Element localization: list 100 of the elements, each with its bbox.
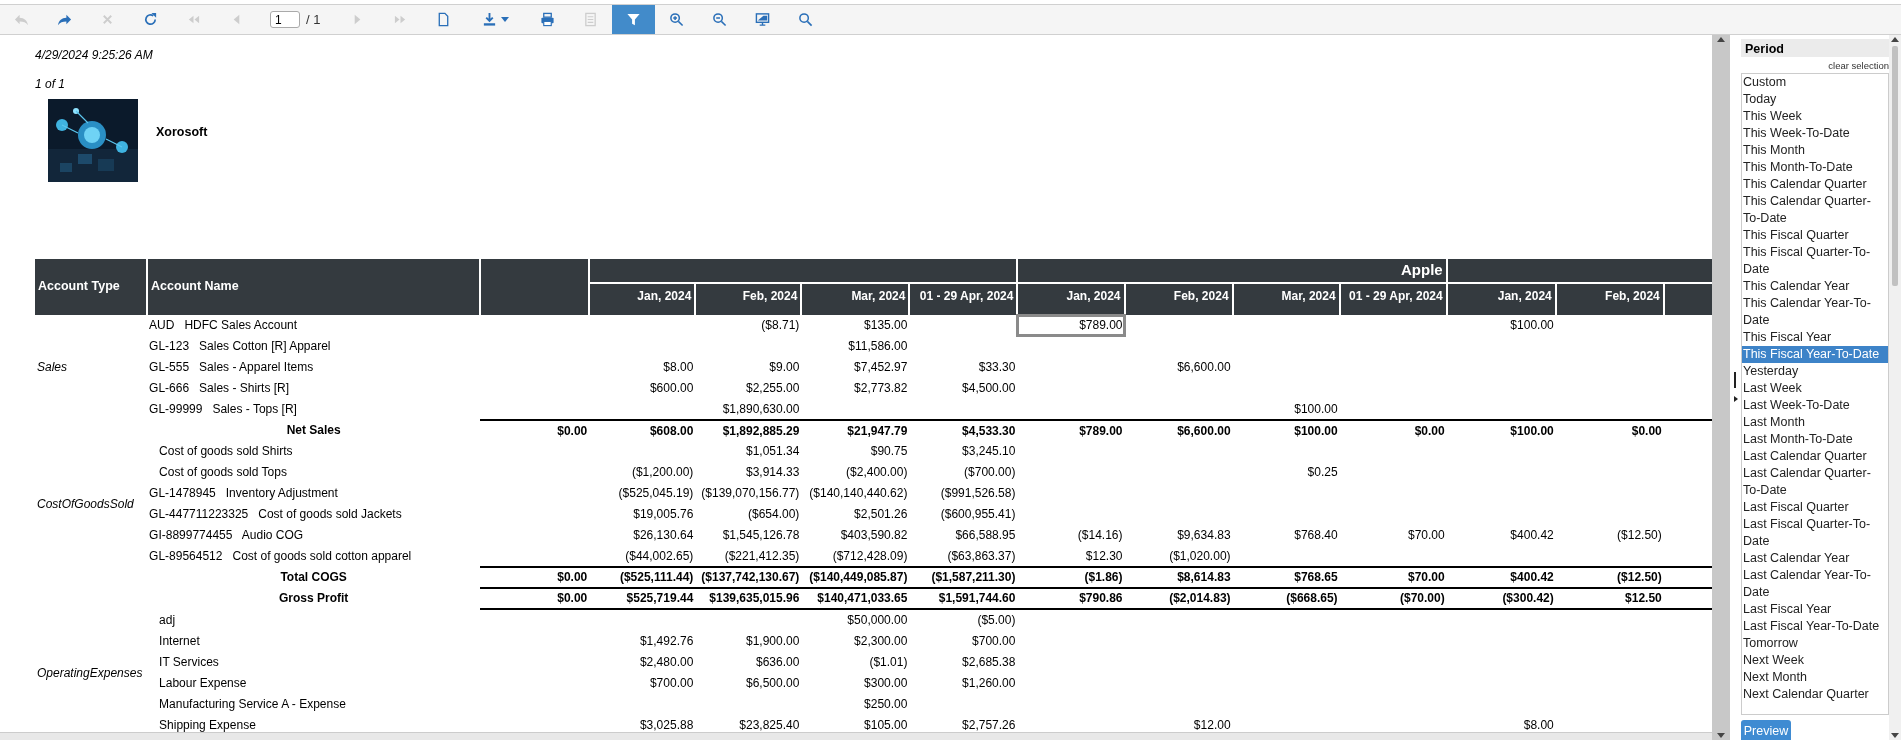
- list-option[interactable]: This Calendar Year-To-Date: [1742, 295, 1888, 329]
- horizontal-scrollbar[interactable]: [0, 732, 1712, 740]
- timestamp: 4/29/2024 9:25:26 AM: [35, 47, 153, 63]
- list-option[interactable]: Last Fiscal Quarter: [1742, 499, 1888, 516]
- list-option[interactable]: This Calendar Quarter-To-Date: [1742, 193, 1888, 227]
- list-option[interactable]: Last Fiscal Year: [1742, 601, 1888, 618]
- page-total: / 1: [306, 10, 321, 29]
- list-option[interactable]: Last Calendar Quarter-To-Date: [1742, 465, 1888, 499]
- printer-icon: [540, 12, 555, 27]
- table-cell: ($5.00): [909, 609, 1018, 631]
- document-lines-icon: [583, 12, 598, 27]
- list-option[interactable]: Last Week: [1742, 380, 1888, 397]
- total-label: Gross Profit: [147, 587, 481, 609]
- list-option[interactable]: Last Fiscal Quarter-To-Date: [1742, 516, 1888, 550]
- table-cell-text: ($139,070,156.77): [700, 485, 801, 502]
- list-option[interactable]: This Fiscal Quarter-To-Date: [1742, 244, 1888, 278]
- table-cell: ($1,020.00): [1124, 545, 1233, 567]
- list-option[interactable]: This Month: [1742, 142, 1888, 159]
- list-option[interactable]: Last Week-To-Date: [1742, 397, 1888, 414]
- account-name: GI-8899774455 Audio COG: [148, 527, 305, 544]
- table-cell: $789.00: [1017, 314, 1125, 336]
- account-type: OperatingExpenses: [36, 664, 144, 682]
- account-name: Shipping Expense: [158, 717, 257, 732]
- table-cell-text: $11,586.00: [847, 338, 909, 355]
- list-option[interactable]: This Fiscal Year-To-Date: [1742, 346, 1888, 363]
- scroll-down-icon[interactable]: [1891, 733, 1899, 738]
- list-option[interactable]: This Calendar Quarter: [1742, 176, 1888, 193]
- table-cell-text: $0.25: [1306, 464, 1339, 481]
- table-cell: $1,591,744.60: [909, 587, 1018, 609]
- list-option[interactable]: This Month-To-Date: [1742, 159, 1888, 176]
- table-cell-text: $600.00: [648, 380, 695, 397]
- list-option[interactable]: Last Month-To-Date: [1742, 431, 1888, 448]
- table-cell: $0.00: [480, 566, 590, 588]
- panel-scrollbar[interactable]: [1889, 35, 1901, 740]
- table-cell: ($300.42): [1446, 587, 1556, 609]
- list-option[interactable]: Yesterday: [1742, 363, 1888, 380]
- table-cell-text: $1,900.00: [745, 633, 801, 650]
- table-cell-text: ($12.50): [1616, 527, 1663, 544]
- list-option[interactable]: Last Month: [1742, 414, 1888, 431]
- table-cell: ($2,014.83): [1124, 587, 1233, 609]
- scroll-up-icon[interactable]: [1717, 37, 1725, 42]
- splitter-handle-icon[interactable]: [1732, 371, 1739, 404]
- table-cell: $8,614.83: [1124, 566, 1233, 588]
- table-cell-text: $1,051.34: [745, 443, 801, 460]
- account-name: GL-123 Sales Cotton [R] Apparel: [148, 338, 332, 355]
- column-header: Mar, 2024: [1232, 282, 1340, 315]
- list-option[interactable]: This Fiscal Quarter: [1742, 227, 1888, 244]
- table-cell-text: $2,757.26: [961, 717, 1017, 732]
- table-cell: ($668.65): [1232, 587, 1340, 609]
- monitor-icon: [755, 12, 770, 27]
- table-cell-text: ($525,045.19): [617, 485, 695, 502]
- table-cell-text: $105.00: [863, 717, 909, 732]
- scroll-up-icon[interactable]: [1891, 37, 1899, 42]
- download-icon: [482, 12, 497, 27]
- table-cell: $139,635,015.96: [695, 587, 802, 609]
- list-option[interactable]: This Week-To-Date: [1742, 125, 1888, 142]
- list-option[interactable]: This Week: [1742, 108, 1888, 125]
- account-name: Manufacturing Service A - Expense: [158, 696, 347, 713]
- table-cell-text: $9.00: [768, 359, 801, 376]
- list-option[interactable]: Last Calendar Year: [1742, 550, 1888, 567]
- vertical-scrollbar[interactable]: [1712, 35, 1730, 740]
- clear-selection-link[interactable]: clear selection: [1828, 60, 1889, 72]
- toolbar-button[interactable]: [612, 5, 655, 34]
- table-cell-text: $700.00: [648, 675, 695, 692]
- list-option[interactable]: This Calendar Year: [1742, 278, 1888, 295]
- search-icon: [798, 12, 813, 27]
- column-header: Jan, 2024: [589, 282, 696, 315]
- list-option[interactable]: Today: [1742, 91, 1888, 108]
- list-option[interactable]: Last Calendar Year-To-Date: [1742, 567, 1888, 601]
- list-option[interactable]: This Fiscal Year: [1742, 329, 1888, 346]
- table-cell: $12.50: [1555, 587, 1664, 609]
- table-cell-text: $70.00: [1407, 527, 1446, 544]
- list-option[interactable]: Last Fiscal Year-To-Date: [1742, 618, 1888, 635]
- list-option[interactable]: Next Month: [1742, 669, 1888, 686]
- table-cell-text: $6,500.00: [745, 675, 801, 692]
- panel-title: Period: [1741, 39, 1889, 57]
- list-option[interactable]: Last Calendar Quarter: [1742, 448, 1888, 465]
- list-option[interactable]: Next Calendar Quarter: [1742, 686, 1888, 703]
- table-cell-text: ($2,400.00): [845, 464, 909, 481]
- table-cell-text: ($700.00): [963, 464, 1017, 481]
- table-cell-text: $2,255.00: [745, 380, 801, 397]
- list-option[interactable]: Tomorrow: [1742, 635, 1888, 652]
- table-cell: $21,947.79: [801, 419, 910, 441]
- column-group-header: Apple: [1017, 259, 1447, 283]
- table-cell-text: $1,260.00: [961, 675, 1017, 692]
- table-cell: $70.00: [1339, 566, 1447, 588]
- preview-button[interactable]: Preview: [1741, 720, 1791, 740]
- account-name: GL-447711223325 Cost of goods sold Jackets: [148, 506, 403, 523]
- page-number-field[interactable]: 1: [270, 11, 300, 28]
- list-option[interactable]: Custom: [1742, 74, 1888, 91]
- column-header: Feb, 2024: [695, 282, 802, 315]
- account-name: Internet: [158, 633, 201, 650]
- caret-icon: [501, 17, 509, 22]
- undo-arrow-icon: [14, 12, 29, 27]
- scroll-down-icon[interactable]: [1717, 733, 1725, 738]
- table-cell: ($525,111.44): [589, 566, 696, 588]
- zoom-out-icon: [712, 12, 727, 27]
- column-header: Feb, 2024: [1555, 282, 1664, 315]
- list-option[interactable]: Next Week: [1742, 652, 1888, 669]
- table-cell-text: ($654.00): [747, 506, 801, 523]
